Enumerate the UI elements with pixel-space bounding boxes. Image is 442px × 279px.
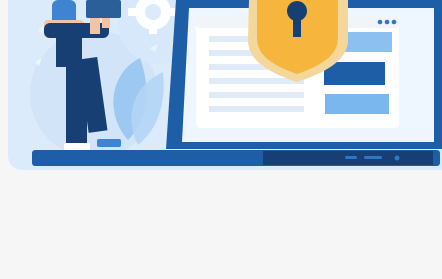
security-illustration-card bbox=[8, 0, 442, 170]
page bbox=[0, 0, 442, 279]
security-illustration bbox=[30, 0, 442, 166]
